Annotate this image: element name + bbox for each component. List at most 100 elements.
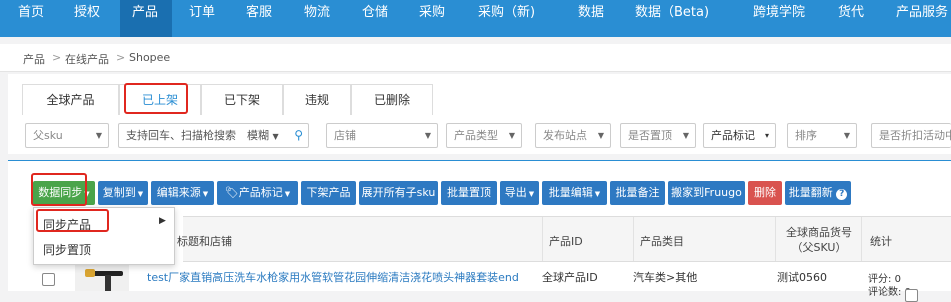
water-gun-image (85, 269, 123, 291)
delist-button[interactable]: 下架产品 (301, 181, 356, 205)
discount-select[interactable]: 是否折扣活动中 (871, 123, 951, 148)
product-title-link[interactable]: test厂家直销高压洗车水枪家用水管软管花园伸缩清洁浇花喷头神器套装end (147, 269, 519, 285)
header-global-sku-line2: （父SKU） (791, 241, 847, 254)
chevron-down-icon: ▼ (508, 131, 515, 140)
pinned-select[interactable]: 是否置顶 ▼ (620, 123, 696, 148)
edit-source-button[interactable]: 编辑来源 ▼ (151, 181, 214, 205)
expand-skus-button[interactable]: 展开所有子sku (359, 181, 438, 205)
filter-panel: 全球产品 已上架 已下架 违规 已删除 父sku ▼ 支持回车、扫描枪搜索 模糊… (8, 74, 951, 154)
caret-down-icon: ▼ (284, 190, 291, 198)
search-placeholder: 支持回车、扫描枪搜索 (126, 129, 236, 142)
parent-sku-select[interactable]: 父sku ▼ (25, 123, 109, 148)
chevron-down-icon: ▼ (95, 131, 102, 140)
parent-sku-label: 父sku (33, 129, 63, 142)
nav-warehouse[interactable]: 仓储 (356, 0, 396, 37)
product-tag-select[interactable]: 产品标记 ▾ (703, 123, 776, 148)
header-product-id: 产品ID (549, 235, 583, 248)
data-sync-label: 数据同步 (38, 186, 83, 199)
menu-item-sync-product[interactable]: 同步产品 (43, 216, 91, 233)
delete-button[interactable]: 删除 (748, 181, 782, 205)
move-to-fruugo-button[interactable]: 搬家到Fruugo (668, 181, 745, 205)
nav-data[interactable]: 数据 (572, 0, 612, 37)
breadcrumb-separator: > (52, 51, 62, 64)
batch-note-button[interactable]: 批量备注 (610, 181, 665, 205)
chevron-down-icon: ▼ (843, 131, 850, 140)
nav-purchase-new[interactable]: 采购（新) (472, 0, 548, 37)
header-product-id-cell: 产品ID (542, 217, 633, 261)
nav-home[interactable]: 首页 (12, 0, 50, 37)
nav-orders[interactable]: 订单 (183, 0, 223, 37)
tab-global-products[interactable]: 全球产品 (22, 84, 119, 115)
product-tag-button[interactable]: 🏷产品标记 ▼ (217, 181, 298, 205)
search-mode-select[interactable]: 模糊 ▼ (245, 124, 279, 147)
chevron-down-icon: ▼ (597, 131, 604, 140)
product-thumbnail[interactable] (75, 263, 129, 291)
search-icon[interactable]: ⚲ (294, 124, 303, 147)
nav-academy[interactable]: 跨境学院 (747, 0, 813, 37)
header-global-sku-cell: 全球商品货号 （父SKU） (775, 217, 861, 261)
tab-violation[interactable]: 违规 (283, 84, 351, 115)
caret-right-icon: ▶ (159, 216, 166, 226)
product-id-value: 全球产品ID (542, 271, 598, 284)
header-title-store-cell: 标题和店铺 (175, 217, 542, 261)
header-stats-cell: 统计 (861, 217, 951, 261)
top-nav: 首页 授权 产品 订单 客服 物流 仓储 采购 采购（新) 数据 数据（Beta… (0, 0, 951, 37)
header-title-store: 标题和店铺 (177, 235, 232, 248)
chevron-down-icon: ▼ (272, 132, 279, 141)
product-type-select[interactable]: 产品类型 ▼ (446, 123, 522, 148)
nav-auth[interactable]: 授权 (68, 0, 108, 37)
chevron-down-icon: ▼ (424, 131, 431, 140)
breadcrumb-separator: > (116, 51, 126, 64)
discount-label: 是否折扣活动中 (879, 129, 951, 142)
nav-logistics[interactable]: 物流 (298, 0, 338, 37)
copy-to-button[interactable]: 复制到 ▼ (98, 181, 148, 205)
sort-label: 排序 (795, 129, 817, 142)
help-icon[interactable]: ? (836, 189, 848, 200)
data-sync-button[interactable]: 数据同步 ▼ (33, 181, 95, 205)
publish-site-select[interactable]: 发布站点 ▼ (535, 123, 611, 148)
caret-down-icon: ▼ (137, 190, 144, 198)
sort-select[interactable]: 排序 ▼ (787, 123, 857, 148)
category-value: 汽车类>其他 (633, 271, 698, 284)
breadcrumb-product[interactable]: 产品 (23, 51, 45, 67)
row-checkbox[interactable] (42, 273, 55, 286)
header-category-cell: 产品类目 (633, 217, 775, 261)
store-select[interactable]: 店铺 ▼ (326, 123, 438, 148)
global-sku-value: 测试0560 (777, 271, 827, 284)
product-tag-label: 产品标记 (711, 129, 755, 142)
product-type-label: 产品类型 (454, 129, 498, 142)
caret-down-icon: ▼ (594, 190, 601, 198)
nav-service[interactable]: 客服 (240, 0, 280, 37)
tab-listed[interactable]: 已上架 (119, 84, 201, 115)
copy-to-label: 复制到 (102, 186, 136, 199)
nav-forwarder[interactable]: 货代 (832, 0, 872, 37)
table-header: 标题和店铺 产品ID 产品类目 全球商品货号 （父SKU） 统计 (177, 216, 951, 262)
publish-site-label: 发布站点 (543, 129, 587, 142)
tab-delisted[interactable]: 已下架 (201, 84, 283, 115)
batch-pin-button[interactable]: 批量置顶 (441, 181, 497, 205)
reviews-label: 评论数: (868, 287, 902, 298)
search-mode-label: 模糊 (247, 129, 269, 142)
export-button[interactable]: 导出 ▼ (500, 181, 539, 205)
batch-edit-label: 批量编辑 (548, 186, 593, 199)
batch-translate-label: 批量翻新 (788, 186, 833, 199)
menu-item-sync-pin[interactable]: 同步置顶 (43, 241, 91, 258)
nav-data-beta[interactable]: 数据（Beta) (629, 0, 725, 37)
batch-edit-button[interactable]: 批量编辑 ▼ (542, 181, 607, 205)
tab-deleted[interactable]: 已删除 (351, 84, 433, 115)
search-input[interactable]: 支持回车、扫描枪搜索 模糊 ▼ ⚲ (118, 123, 309, 148)
nav-product[interactable]: 产品 (120, 0, 172, 37)
nav-purchase[interactable]: 采购 (413, 0, 453, 37)
chevron-down-icon: ▼ (682, 131, 689, 140)
data-sync-dropdown: 同步产品 ▶ 同步置顶 (33, 207, 175, 265)
export-label: 导出 (504, 186, 527, 199)
breadcrumb-online-product[interactable]: 在线产品 (65, 51, 109, 67)
breadcrumb-shopee: Shopee (129, 51, 171, 64)
caret-down-icon: ▼ (528, 190, 535, 198)
edit-source-label: 编辑来源 (156, 186, 201, 199)
nav-product-service[interactable]: 产品服务 (890, 0, 951, 37)
header-stats: 统计 (870, 235, 892, 248)
header-category: 产品类目 (640, 235, 684, 248)
caret-down-icon: ▼ (202, 190, 209, 198)
batch-translate-button[interactable]: 批量翻新 ? (785, 181, 851, 205)
